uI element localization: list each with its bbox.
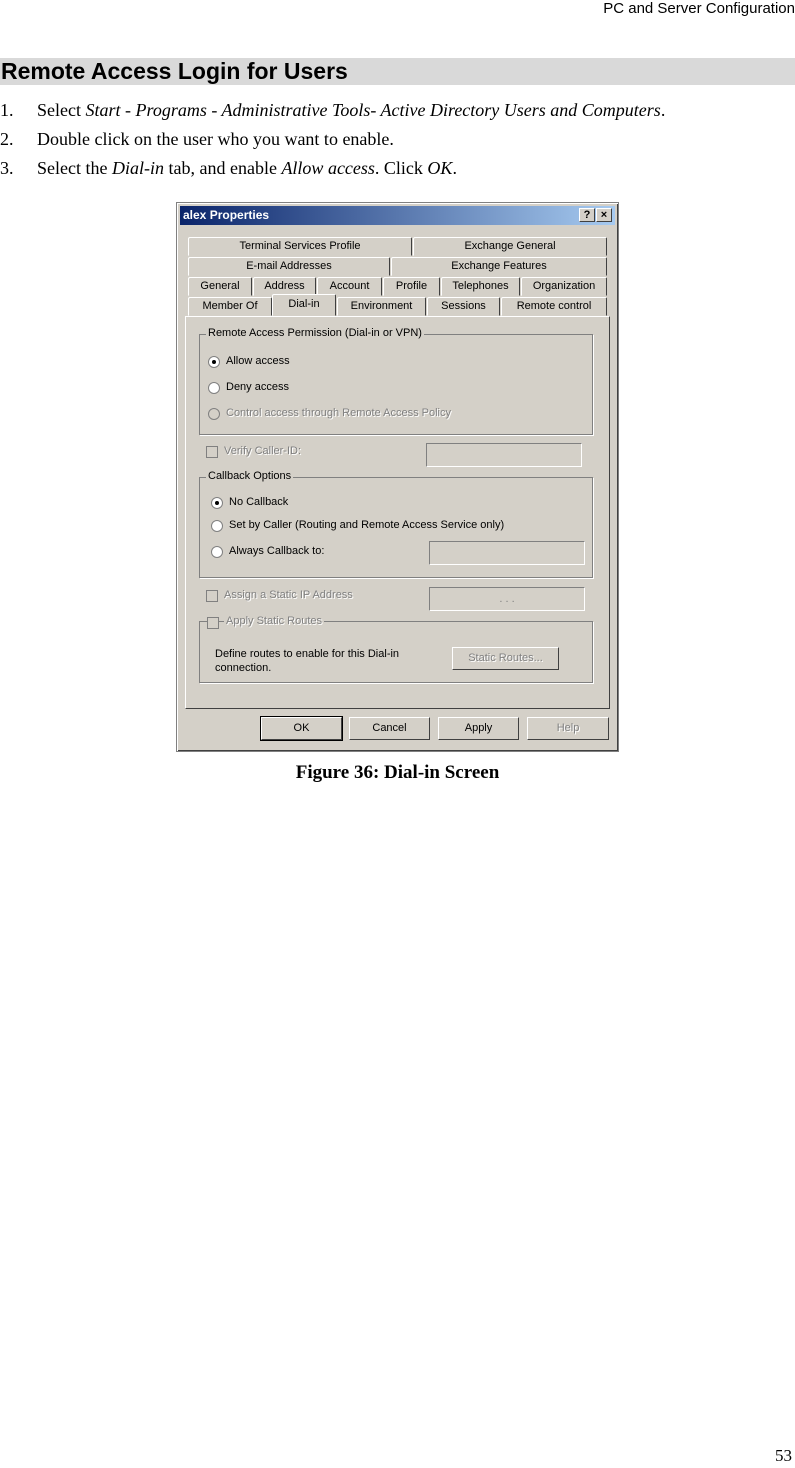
static-routes-label[interactable]: Apply Static Routes <box>224 615 324 627</box>
group-title: Remote Access Permission (Dial-in or VPN… <box>206 327 424 339</box>
static-ip-checkbox[interactable] <box>206 590 218 602</box>
routes-desc-line2: connection. <box>215 662 272 674</box>
tab-member-of[interactable]: Member Of <box>188 297 272 316</box>
allow-access-radio[interactable] <box>208 356 220 368</box>
verify-caller-id-label[interactable]: Verify Caller-ID: <box>224 445 301 457</box>
static-routes-checkbox[interactable] <box>207 617 219 629</box>
dial-in-panel: Remote Access Permission (Dial-in or VPN… <box>185 316 610 709</box>
group-title: Callback Options <box>206 470 294 482</box>
step-2: 2. Double click on the user who you want… <box>0 125 790 154</box>
always-callback-radio[interactable] <box>211 546 223 558</box>
routes-desc-line1: Define routes to enable for this Dial-in <box>215 648 400 660</box>
page-number: 53 <box>775 1446 792 1465</box>
tab-exchange-general[interactable]: Exchange General <box>413 237 607 256</box>
help-button[interactable]: Help <box>527 717 609 740</box>
page-header: PC and Server Configuration <box>603 0 795 17</box>
no-callback-label[interactable]: No Callback <box>229 496 288 508</box>
no-callback-radio[interactable] <box>211 497 223 509</box>
close-icon[interactable]: × <box>596 208 612 222</box>
set-by-caller-radio[interactable] <box>211 520 223 532</box>
allow-access-label[interactable]: Allow access <box>226 355 290 367</box>
properties-dialog: alex Properties ? × Terminal Services Pr… <box>176 202 619 752</box>
verify-caller-id-checkbox[interactable] <box>206 446 218 458</box>
static-routes-button[interactable]: Static Routes... <box>452 647 559 670</box>
control-access-label[interactable]: Control access through Remote Access Pol… <box>226 407 451 419</box>
section-title: Remote Access Login for Users <box>0 58 795 85</box>
tab-profile[interactable]: Profile <box>383 277 440 296</box>
ok-button[interactable]: OK <box>260 716 343 741</box>
step-text: Select the Dial-in tab, and enable Allow… <box>37 158 457 178</box>
apply-button[interactable]: Apply <box>438 717 519 740</box>
step-number: 3. <box>0 158 14 178</box>
tab-remote-control[interactable]: Remote control <box>501 297 607 316</box>
tab-sessions[interactable]: Sessions <box>427 297 500 316</box>
static-routes-group: Apply Static Routes Define routes to ena… <box>199 615 593 683</box>
deny-access-radio[interactable] <box>208 382 220 394</box>
always-callback-label[interactable]: Always Callback to: <box>229 545 324 557</box>
static-ip-field[interactable]: . . . <box>429 587 585 611</box>
remote-access-group: Remote Access Permission (Dial-in or VPN… <box>199 327 593 435</box>
tab-dial-in[interactable]: Dial-in <box>272 294 336 316</box>
dialog-title: alex Properties <box>183 208 270 222</box>
steps-list: 1. Select Start - Programs - Administrat… <box>0 96 790 183</box>
step-text: Select Start - Programs - Administrative… <box>37 100 666 120</box>
step-1: 1. Select Start - Programs - Administrat… <box>0 96 790 125</box>
static-ip-label[interactable]: Assign a Static IP Address <box>224 589 353 601</box>
help-icon[interactable]: ? <box>579 208 595 222</box>
step-3: 3. Select the Dial-in tab, and enable Al… <box>0 154 790 183</box>
deny-access-label[interactable]: Deny access <box>226 381 289 393</box>
control-access-radio[interactable] <box>208 408 220 420</box>
step-text: Double click on the user who you want to… <box>37 129 394 149</box>
step-number: 2. <box>0 129 14 149</box>
callback-number-field[interactable] <box>429 541 585 565</box>
tab-email-addresses[interactable]: E-mail Addresses <box>188 257 390 276</box>
tab-telephones[interactable]: Telephones <box>441 277 520 296</box>
caller-id-field[interactable] <box>426 443 582 467</box>
callback-options-group: Callback Options No Callback Set by Call… <box>199 470 593 578</box>
step-number: 1. <box>0 100 14 120</box>
tab-exchange-features[interactable]: Exchange Features <box>391 257 607 276</box>
set-by-caller-label[interactable]: Set by Caller (Routing and Remote Access… <box>229 519 504 531</box>
cancel-button[interactable]: Cancel <box>349 717 430 740</box>
tab-general[interactable]: General <box>188 277 252 296</box>
dialog-titlebar: alex Properties ? × <box>180 206 615 225</box>
tab-organization[interactable]: Organization <box>521 277 607 296</box>
tab-terminal-services-profile[interactable]: Terminal Services Profile <box>188 237 412 256</box>
tab-environment[interactable]: Environment <box>337 297 426 316</box>
figure-caption: Figure 36: Dial-in Screen <box>295 762 500 783</box>
